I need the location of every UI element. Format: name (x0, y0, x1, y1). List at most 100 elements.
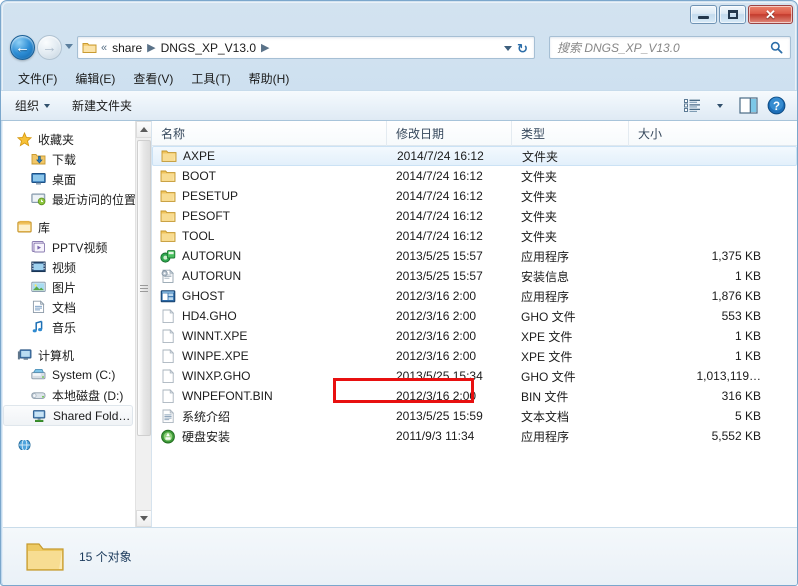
file-name-cell: HD4.GHO (152, 309, 387, 324)
breadcrumb-overflow-icon[interactable]: « (99, 42, 109, 54)
file-type-cell: 文件夹 (512, 208, 629, 225)
sidebar-item-desktop[interactable]: 桌面 (3, 169, 151, 189)
file-name-cell: AUTORUN (152, 269, 387, 284)
sidebar-item-network[interactable] (3, 440, 151, 450)
folder-icon (160, 189, 176, 203)
column-header-date[interactable]: 修改日期 (387, 121, 512, 146)
column-header-type[interactable]: 类型 (512, 121, 629, 146)
menu-item-view[interactable]: 查看(V) (124, 68, 182, 89)
sidebar-item-shared-folders[interactable]: Shared Folders (3, 405, 133, 426)
table-row[interactable]: BOOT2014/7/24 16:12文件夹 (152, 166, 797, 186)
maximize-button[interactable] (719, 5, 746, 24)
network-icon (17, 440, 32, 450)
sidebar-item-documents[interactable]: 文档 (3, 297, 151, 317)
title-bar: ✕ (1, 1, 798, 31)
new-folder-button[interactable]: 新建文件夹 (64, 94, 140, 117)
computer-icon (17, 348, 32, 362)
sidebar-item-video[interactable]: 视频 (3, 257, 151, 277)
table-row[interactable]: TOOL2014/7/24 16:12文件夹 (152, 226, 797, 246)
file-date-cell: 2014/7/24 16:12 (387, 229, 512, 243)
sidebar-item-system-c[interactable]: System (C:) (3, 365, 151, 385)
sidebar-item-pictures[interactable]: 图片 (3, 277, 151, 297)
preview-pane-button[interactable] (735, 94, 761, 118)
sidebar-item-computer[interactable]: 计算机 (3, 345, 151, 365)
status-item-count: 15 个对象 (79, 548, 132, 565)
table-row[interactable]: HD4.GHO2012/3/16 2:00GHO 文件553 KB (152, 306, 797, 326)
folder-icon (160, 169, 176, 183)
file-name-cell: PESETUP (152, 189, 387, 203)
close-button[interactable]: ✕ (748, 5, 793, 24)
table-row[interactable]: WINXP.GHO2013/5/25 15:34GHO 文件1,013,119… (152, 366, 797, 386)
file-date-cell: 2012/3/16 2:00 (387, 309, 512, 323)
blank-file-icon (160, 329, 176, 344)
table-row[interactable]: AUTORUN2013/5/25 15:57安装信息1 KB (152, 266, 797, 286)
search-input[interactable]: 搜索 DNGS_XP_V13.0 (549, 36, 791, 59)
minimize-button[interactable] (690, 5, 717, 24)
table-row[interactable]: WNPEFONT.BIN2012/3/16 2:00BIN 文件316 KB (152, 386, 797, 406)
change-view-button[interactable] (679, 94, 705, 118)
breadcrumb-item-dngs[interactable]: DNGS_XP_V13.0 (158, 41, 259, 55)
menu-item-file[interactable]: 文件(F) (9, 68, 66, 89)
breadcrumb-separator-end-icon[interactable]: ▶ (259, 41, 271, 54)
table-row[interactable]: PESETUP2014/7/24 16:12文件夹 (152, 186, 797, 206)
menu-item-tools[interactable]: 工具(T) (182, 68, 239, 89)
sidebar-item-favorites[interactable]: 收藏夹 (3, 129, 151, 149)
scroll-up-button[interactable] (136, 121, 151, 138)
help-button[interactable]: ? (763, 94, 789, 118)
sidebar-item-libraries[interactable]: 库 (3, 217, 151, 237)
file-size-cell: 1,876 KB (629, 289, 761, 303)
scrollbar-thumb[interactable] (137, 140, 151, 436)
address-bar[interactable]: « share ▶ DNGS_XP_V13.0 ▶ ↻ (77, 36, 535, 59)
back-button[interactable]: ← (10, 35, 35, 60)
column-header-name[interactable]: 名称 (152, 121, 387, 146)
folder-icon (82, 41, 97, 54)
menu-bar: 文件(F) 编辑(E) 查看(V) 工具(T) 帮助(H) (1, 67, 798, 90)
table-row[interactable]: WINPE.XPE2012/3/16 2:00XPE 文件1 KB (152, 346, 797, 366)
chevron-down-icon[interactable] (504, 46, 512, 51)
navigation-pane: 收藏夹 下载 (3, 121, 151, 527)
sidebar-item-downloads[interactable]: 下载 (3, 149, 151, 169)
file-date-cell: 2014/7/24 16:12 (387, 209, 512, 223)
table-row[interactable]: WINNT.XPE2012/3/16 2:00XPE 文件1 KB (152, 326, 797, 346)
breadcrumb-separator-icon[interactable]: ▶ (145, 41, 157, 54)
organize-button[interactable]: 组织 (7, 94, 58, 117)
forward-button[interactable]: → (37, 35, 62, 60)
file-type-cell: 安装信息 (512, 268, 629, 285)
file-type-cell: XPE 文件 (512, 348, 629, 365)
file-name-cell: WINPE.XPE (152, 349, 387, 364)
application-icon (160, 249, 176, 264)
sidebar-item-music[interactable]: 音乐 (3, 317, 151, 337)
sidebar-item-recent-places[interactable]: 最近访问的位置 (3, 189, 151, 209)
maximize-icon (728, 10, 738, 19)
blank-file-icon (160, 349, 176, 364)
table-row[interactable]: 系统介绍2013/5/25 15:59文本文档5 KB (152, 406, 797, 426)
breadcrumb-item-share[interactable]: share (109, 41, 145, 55)
column-header-size[interactable]: 大小 (629, 121, 769, 146)
video-icon (31, 260, 46, 274)
search-icon[interactable] (770, 41, 783, 54)
scroll-down-button[interactable] (136, 510, 151, 527)
sidebar-item-pptv-video[interactable]: PPTV视频 (3, 237, 151, 257)
view-dropdown-button[interactable] (707, 94, 733, 118)
table-row[interactable]: AUTORUN2013/5/25 15:57应用程序1,375 KB (152, 246, 797, 266)
toolbar-right-group: ? (679, 94, 798, 118)
file-name-label: PESOFT (182, 209, 230, 223)
table-row[interactable]: PESOFT 2014/7/24 16:12文件夹 (152, 206, 797, 226)
file-date-cell: 2013/5/25 15:34 (387, 369, 512, 383)
navigation-scrollbar[interactable] (135, 121, 151, 527)
sidebar-label: 下载 (52, 151, 76, 168)
file-type-cell: 应用程序 (512, 428, 629, 445)
table-row[interactable]: AXPE2014/7/24 16:12文件夹 (152, 146, 797, 166)
organize-label: 组织 (15, 97, 39, 114)
table-row[interactable]: 硬盘安装2011/9/3 11:34应用程序5,552 KB (152, 426, 797, 446)
history-dropdown-icon[interactable] (65, 44, 73, 49)
menu-item-edit[interactable]: 编辑(E) (66, 68, 124, 89)
folder-icon (161, 149, 177, 163)
minimize-icon (698, 16, 709, 19)
sidebar-item-local-disk-d[interactable]: 本地磁盘 (D:) (3, 385, 151, 405)
file-size-cell: 1,375 KB (629, 249, 761, 263)
refresh-button[interactable]: ↻ (514, 40, 531, 57)
menu-item-help[interactable]: 帮助(H) (240, 68, 299, 89)
downloads-icon (31, 152, 46, 166)
table-row[interactable]: GHOST2012/3/16 2:00应用程序1,876 KB (152, 286, 797, 306)
